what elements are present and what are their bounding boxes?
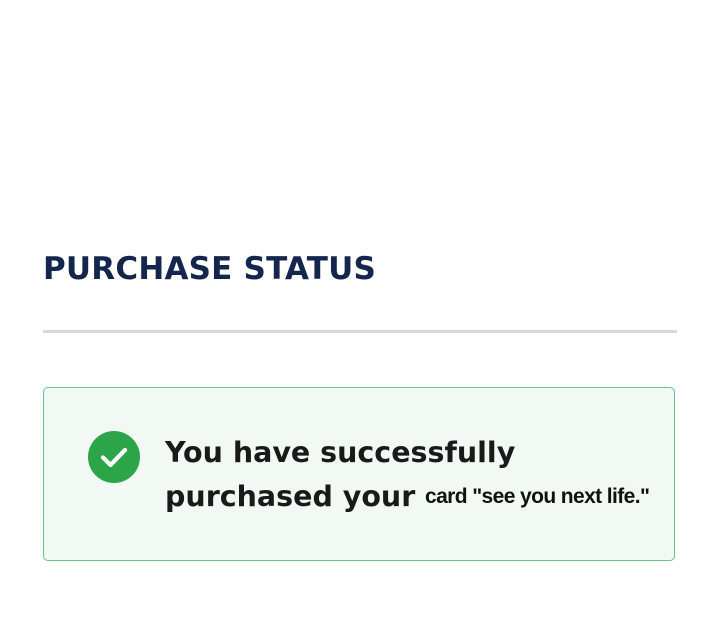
status-message-overlay-text: card "see you next life.": [425, 485, 650, 508]
status-message-line-1: You have successfully: [165, 436, 516, 469]
check-circle-icon: [88, 431, 140, 483]
page-title: PURCHASE STATUS: [43, 251, 377, 287]
status-message-line-2: purchased your: [165, 480, 416, 513]
divider: [43, 330, 677, 333]
